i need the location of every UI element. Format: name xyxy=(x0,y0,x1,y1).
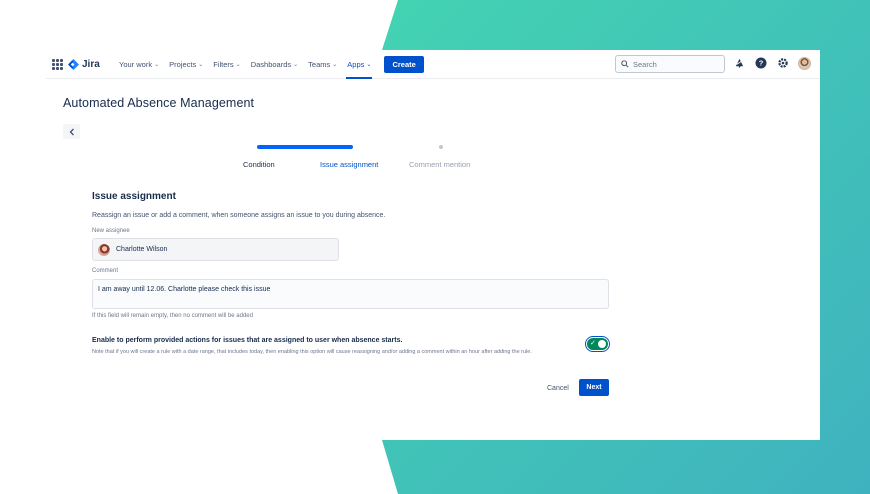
step-progress-bar xyxy=(257,145,353,149)
jira-logo-icon xyxy=(68,58,79,70)
nav-item-projects[interactable]: Projects ⌄ xyxy=(164,50,208,79)
comment-input[interactable]: I am away until 12.06. Charlotte please … xyxy=(92,279,609,309)
nav-item-label: Teams xyxy=(308,60,331,69)
assignee-label: New assignee xyxy=(92,228,130,234)
top-navigation: Jira Your work ⌄ Projects ⌄ Filters ⌄ Dashb… xyxy=(46,50,820,79)
nav-item-your-work[interactable]: Your work ⌄ xyxy=(114,50,164,79)
nav-item-dashboards[interactable]: Dashboards ⌄ xyxy=(246,50,303,79)
next-button[interactable]: Next xyxy=(579,379,609,396)
top-icons: ? xyxy=(732,56,811,70)
apps-grid-icon[interactable] xyxy=(52,59,63,70)
toggle-knob xyxy=(598,340,606,348)
help-icon[interactable]: ? xyxy=(754,56,768,70)
nav-item-label: Filters xyxy=(213,60,234,69)
page-title: Automated Absence Management xyxy=(63,96,255,110)
progress-stepper: Condition Issue assignment Comment menti… xyxy=(236,145,486,170)
user-avatar[interactable] xyxy=(798,56,811,70)
check-icon: ✓ xyxy=(590,340,596,347)
comment-help-text: If this field will remain empty, then no… xyxy=(92,313,253,319)
jira-logo[interactable]: Jira xyxy=(68,57,100,71)
search-input[interactable] xyxy=(633,59,718,69)
enable-title: Enable to perform provided actions for i… xyxy=(92,337,403,344)
svg-text:?: ? xyxy=(759,59,764,68)
nav-menu: Your work ⌄ Projects ⌄ Filters ⌄ Dashboards… xyxy=(114,50,424,79)
step-condition[interactable]: Condition xyxy=(243,160,275,169)
assignee-select[interactable]: Charlotte Wilson xyxy=(92,238,339,261)
comment-label: Comment xyxy=(92,268,119,274)
nav-item-teams[interactable]: Teams ⌄ xyxy=(303,50,342,79)
app-window: Jira Your work ⌄ Projects ⌄ Filters ⌄ Dashb… xyxy=(46,50,820,440)
enable-toggle[interactable]: ✓ xyxy=(585,336,610,352)
nav-item-label: Your work xyxy=(119,60,153,69)
chevron-down-icon: ⌄ xyxy=(154,62,160,68)
nav-item-label: Apps xyxy=(347,60,365,69)
step-issue-assignment[interactable]: Issue assignment xyxy=(320,160,378,169)
search-icon xyxy=(621,60,629,68)
assignee-name: Charlotte Wilson xyxy=(116,246,168,253)
chevron-down-icon: ⌄ xyxy=(332,62,338,68)
form-title: Issue assignment xyxy=(92,191,176,202)
back-button[interactable] xyxy=(63,124,80,139)
nav-item-label: Dashboards xyxy=(250,60,292,69)
settings-icon[interactable] xyxy=(776,56,790,70)
nav-item-label: Projects xyxy=(169,60,197,69)
search-box[interactable] xyxy=(615,55,725,73)
step-comment-mention: Comment mention xyxy=(409,160,471,169)
assignee-avatar xyxy=(98,243,110,256)
chevron-down-icon: ⌄ xyxy=(198,62,204,68)
chevron-down-icon: ⌄ xyxy=(235,62,241,68)
step-upcoming-dot xyxy=(439,145,443,149)
chevron-left-icon xyxy=(69,128,74,135)
enable-note: Note that if you will create a rule with… xyxy=(92,349,532,355)
logo-text: Jira xyxy=(82,58,100,70)
cancel-button[interactable]: Cancel xyxy=(541,380,575,396)
nav-item-filters[interactable]: Filters ⌄ xyxy=(208,50,245,79)
notification-icon[interactable] xyxy=(732,56,746,70)
form-description: Reassign an issue or add a comment, when… xyxy=(92,212,386,219)
chevron-down-icon: ⌄ xyxy=(293,62,299,68)
nav-item-apps[interactable]: Apps ⌄ xyxy=(342,50,376,79)
chevron-down-icon: ⌄ xyxy=(366,62,372,68)
create-button[interactable]: Create xyxy=(384,56,424,73)
